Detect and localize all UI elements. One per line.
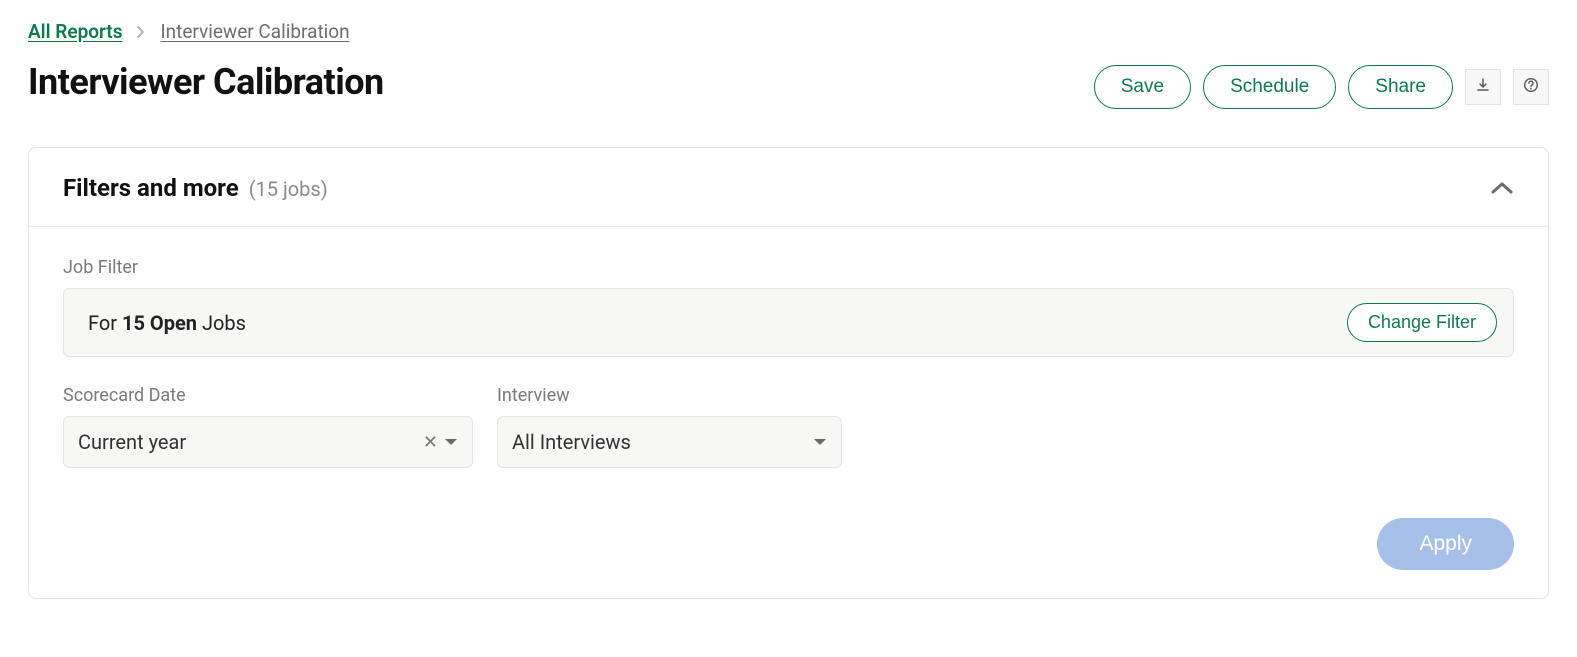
interview-select[interactable]: All Interviews (497, 416, 842, 468)
chevron-up-icon (1490, 181, 1514, 195)
filters-panel-title: Filters and more (63, 174, 239, 202)
download-icon (1475, 77, 1491, 97)
scorecard-date-label: Scorecard Date (63, 385, 473, 406)
job-filter-box: For 15 Open Jobs Change Filter (63, 288, 1514, 357)
breadcrumb: All Reports Interviewer Calibration (28, 20, 1549, 43)
download-button[interactable] (1465, 69, 1501, 105)
change-filter-button[interactable]: Change Filter (1347, 303, 1497, 342)
share-button[interactable]: Share (1348, 65, 1453, 109)
filters-panel: Filters and more (15 jobs) Job Filter Fo… (28, 147, 1549, 599)
help-button[interactable] (1513, 69, 1549, 105)
scorecard-date-value: Current year (78, 430, 417, 454)
job-filter-suffix: Jobs (197, 311, 246, 335)
job-filter-text: For 15 Open Jobs (88, 311, 246, 335)
job-filter-prefix: For (88, 311, 122, 335)
breadcrumb-current-link[interactable]: Interviewer Calibration (160, 20, 349, 43)
header-actions: Save Schedule Share (1094, 65, 1549, 109)
caret-down-icon (444, 437, 458, 447)
job-filter-bold: 15 Open (122, 311, 197, 335)
filters-panel-count: (15 jobs) (249, 177, 328, 201)
breadcrumb-root-link[interactable]: All Reports (28, 20, 122, 43)
clear-icon[interactable]: ✕ (417, 432, 444, 453)
save-button[interactable]: Save (1094, 65, 1191, 109)
interview-label: Interview (497, 385, 842, 406)
job-filter-label: Job Filter (63, 257, 1514, 278)
chevron-right-icon (136, 25, 146, 39)
apply-button[interactable]: Apply (1377, 518, 1514, 570)
interview-value: All Interviews (512, 430, 813, 454)
filters-panel-toggle[interactable]: Filters and more (15 jobs) (29, 148, 1548, 227)
help-icon (1523, 77, 1539, 97)
caret-down-icon (813, 437, 827, 447)
scorecard-date-select[interactable]: Current year ✕ (63, 416, 473, 468)
schedule-button[interactable]: Schedule (1203, 65, 1336, 109)
page-title: Interviewer Calibration (28, 61, 384, 103)
